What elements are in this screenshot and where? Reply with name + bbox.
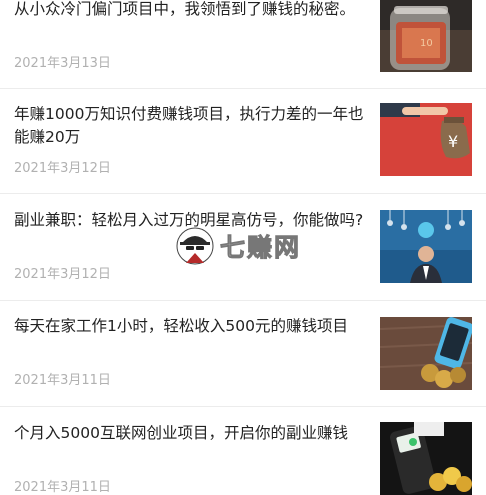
article-title[interactable]: 每天在家工作1小时，轻松收入500元的赚钱项目: [14, 315, 364, 338]
article-date: 2021年3月12日: [14, 161, 111, 176]
article-item[interactable]: 个月入5000互联网创业项目，开启你的副业赚钱 2021年3月11日: [0, 407, 486, 495]
article-item[interactable]: 从小众冷门偏门项目中，我领悟到了赚钱的秘密。 2021年3月13日 10: [0, 0, 486, 88]
article-date: 2021年3月12日: [14, 267, 111, 282]
svg-text:¥: ¥: [448, 132, 458, 151]
businessman-lightbulbs-image[interactable]: [380, 210, 472, 283]
article-title[interactable]: 从小众冷门偏门项目中，我领悟到了赚钱的秘密。: [14, 0, 364, 21]
article-item[interactable]: 每天在家工作1小时，轻松收入500元的赚钱项目 2021年3月11日: [0, 301, 486, 406]
article-date: 2021年3月11日: [14, 480, 111, 495]
article-date: 2021年3月13日: [14, 56, 111, 71]
card-terminal-coins-image[interactable]: [380, 422, 472, 495]
article-item[interactable]: 年赚1000万知识付费赚钱项目，执行力差的一年也能赚20万 2021年3月12日…: [0, 89, 486, 193]
article-title[interactable]: 个月入5000互联网创业项目，开启你的副业赚钱: [14, 422, 364, 445]
phone-coins-image[interactable]: [380, 317, 472, 390]
money-jar-image[interactable]: 10: [380, 0, 472, 72]
yuan-money-bag-image[interactable]: ¥: [380, 103, 472, 176]
svg-text:10: 10: [420, 38, 433, 49]
article-item[interactable]: 副业兼职：轻松月入过万的明星高仿号，你能做吗? 2021年3月12日: [0, 194, 486, 300]
article-title[interactable]: 副业兼职：轻松月入过万的明星高仿号，你能做吗?: [14, 209, 364, 232]
article-title[interactable]: 年赚1000万知识付费赚钱项目，执行力差的一年也能赚20万: [14, 103, 364, 149]
article-date: 2021年3月11日: [14, 373, 111, 388]
